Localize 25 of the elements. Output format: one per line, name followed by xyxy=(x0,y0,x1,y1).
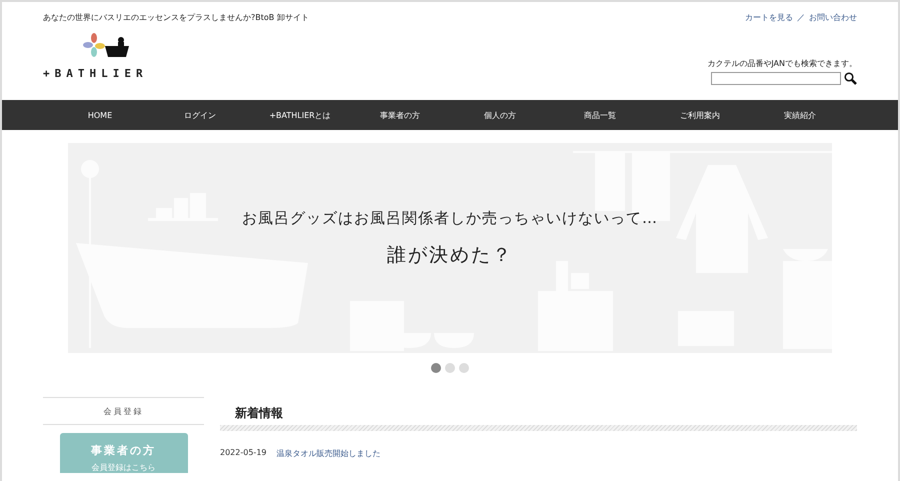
nav-link[interactable]: 商品一覧 xyxy=(550,100,650,130)
tagline: あなたの世界にバスリエのエッセンスをプラスしませんか?BtoB 卸サイト xyxy=(43,12,309,23)
nav-link[interactable]: ログイン xyxy=(150,100,250,130)
nav-link[interactable]: 実績紹介 xyxy=(750,100,850,130)
contact-link[interactable]: お問い合わせ xyxy=(809,12,857,23)
nav-link[interactable]: +BATHLIERとは xyxy=(250,100,350,130)
news-heading: 新着情報 xyxy=(234,405,284,419)
banner-headline: お風呂グッズはお風呂関係者しか売っちゃいけないって… xyxy=(242,208,658,228)
banner-question: 誰が決めた？ xyxy=(387,242,513,268)
search-field[interactable] xyxy=(711,72,841,85)
search-hint: カクテルの品番やJANでも検索できます。 xyxy=(707,58,857,69)
cart-link[interactable]: カートを見る xyxy=(745,12,793,23)
carousel-dot[interactable] xyxy=(445,363,455,373)
carousel-dot[interactable] xyxy=(431,363,441,373)
sidebar-heading: 会員登録 xyxy=(43,397,204,425)
carousel-dot[interactable] xyxy=(459,363,469,373)
search-icon[interactable] xyxy=(844,72,857,85)
news-date: 2022-05-19 xyxy=(220,448,266,459)
nav-link[interactable]: 個人の方 xyxy=(450,100,550,130)
logo-text[interactable]: +BATHLIER xyxy=(43,67,148,80)
nav-link[interactable]: 事業者の方 xyxy=(350,100,450,130)
nav-link[interactable]: ご利用案内 xyxy=(650,100,750,130)
news-link[interactable]: 温泉タオル販売開始しました xyxy=(276,448,380,459)
nav-link[interactable]: HOME xyxy=(50,100,150,130)
link-separator: ／ xyxy=(797,12,805,23)
